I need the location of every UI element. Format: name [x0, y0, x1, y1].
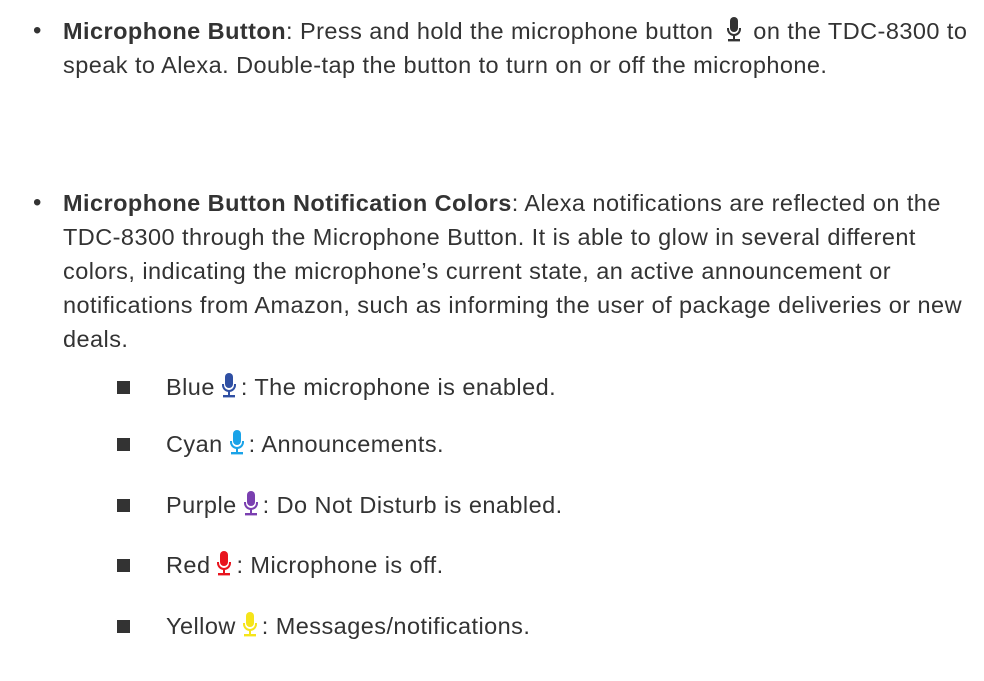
bullet-dot: •: [33, 17, 42, 44]
color-text: Red : Microphone is off.: [166, 545, 444, 585]
square-bullet: [117, 499, 130, 512]
microphone-icon: [241, 490, 261, 518]
color-item-red: Red : Microphone is off.: [0, 545, 984, 585]
square-bullet: [117, 381, 130, 394]
color-name: Purple: [166, 492, 237, 518]
bullet-text: Microphone Button Notification Colors: A…: [63, 186, 968, 356]
color-description: : The microphone is enabled.: [240, 374, 557, 400]
color-item-purple: Purple : Do Not Disturb is enabled.: [0, 485, 984, 525]
color-name: Yellow: [166, 613, 236, 639]
microphone-icon: [240, 611, 260, 639]
color-name: Red: [166, 552, 211, 578]
color-description: : Announcements.: [248, 431, 444, 457]
square-bullet: [117, 559, 130, 572]
square-bullet: [117, 438, 130, 451]
color-description: : Do Not Disturb is enabled.: [262, 492, 563, 518]
color-text: Purple : Do Not Disturb is enabled.: [166, 485, 563, 525]
color-name: Blue: [166, 374, 215, 400]
document-page: • Microphone Button: Press and hold the …: [0, 0, 984, 681]
bullet-text: Microphone Button: Press and hold the mi…: [63, 14, 968, 82]
microphone-icon: [214, 550, 234, 578]
color-item-blue: Blue : The microphone is enabled.: [0, 367, 984, 407]
bullet-dot: •: [33, 189, 42, 216]
color-text: Yellow : Messages/notifications.: [166, 606, 530, 646]
bullet-body-before-icon: : Press and hold the microphone button: [286, 18, 721, 44]
color-text: Blue : The microphone is enabled.: [166, 367, 556, 407]
square-bullet: [117, 620, 130, 633]
bullet-title: Microphone Button: [63, 18, 287, 44]
color-item-yellow: Yellow : Messages/notifications.: [0, 606, 984, 646]
color-description: : Microphone is off.: [236, 552, 444, 578]
color-text: Cyan : Announcements.: [166, 424, 444, 464]
color-item-cyan: Cyan : Announcements.: [0, 424, 984, 464]
bullet-title: Microphone Button Notification Colors: [63, 190, 512, 216]
color-description: : Messages/notifications.: [261, 613, 531, 639]
microphone-icon: [227, 429, 247, 457]
color-name: Cyan: [166, 431, 223, 457]
microphone-icon: [219, 372, 239, 400]
microphone-icon: [724, 16, 744, 44]
